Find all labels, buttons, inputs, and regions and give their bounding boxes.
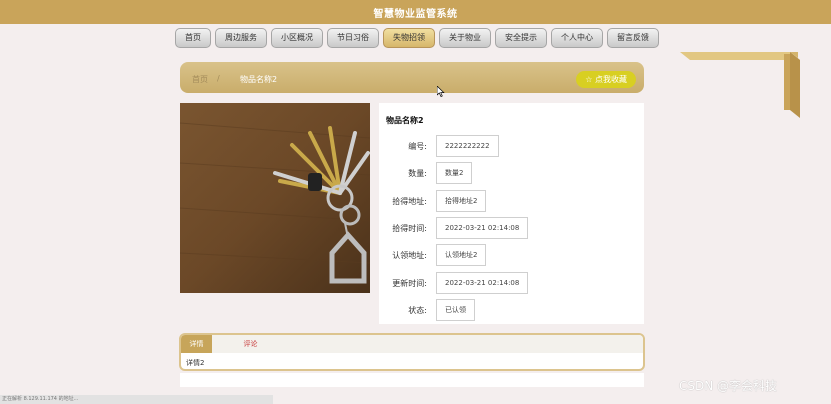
field-row-quantity: 数量: 数量2 <box>379 162 644 184</box>
field-row-found-address: 拾得地址: 拾得地址2 <box>379 190 644 212</box>
field-label: 编号: <box>408 142 427 151</box>
decorative-gold-frame <box>680 52 800 118</box>
nav-item-safety-tips[interactable]: 安全提示 <box>495 28 547 48</box>
item-detail-panel: 物品名称2 编号: 2222222222 数量: 数量2 拾得地址: 拾得地址2… <box>379 103 644 324</box>
breadcrumb-home-link[interactable]: 首页 <box>192 74 208 85</box>
field-row-number: 编号: 2222222222 <box>379 135 644 157</box>
field-row-claim-address: 认领地址: 认领地址2 <box>379 244 644 266</box>
tab-comments[interactable]: 评论 <box>235 335 266 353</box>
breadcrumb: 首页 / 物品名称2 ☆ 点我收藏 <box>180 62 644 93</box>
breadcrumb-separator: / <box>217 74 220 83</box>
field-value: 拾得地址2 <box>436 190 487 212</box>
nav-item-about-property[interactable]: 关于物业 <box>439 28 491 48</box>
item-photo <box>180 103 370 293</box>
field-value: 2022-03-21 02:14:08 <box>436 217 529 239</box>
favorite-button[interactable]: ☆ 点我收藏 <box>576 71 636 88</box>
field-value: 数量2 <box>436 162 473 184</box>
site-title: 智慧物业监管系统 <box>373 9 458 20</box>
mouse-pointer-icon <box>437 86 445 97</box>
field-label: 拾得时间: <box>392 224 427 233</box>
field-value: 认领地址2 <box>436 244 487 266</box>
field-label: 状态: <box>408 306 427 315</box>
nav-item-festival-customs[interactable]: 节日习俗 <box>327 28 379 48</box>
field-label: 数量: <box>408 169 427 178</box>
main-nav: 首页 周边服务 小区概况 节日习俗 失物招领 关于物业 安全提示 个人中心 留言… <box>175 28 659 48</box>
nav-item-nearby-services[interactable]: 周边服务 <box>215 28 267 48</box>
item-name: 物品名称2 <box>386 116 424 125</box>
nav-item-community-overview[interactable]: 小区概况 <box>271 28 323 48</box>
field-row-found-time: 拾得时间: 2022-03-21 02:14:08 <box>379 217 644 239</box>
field-value: 2222222222 <box>436 135 499 157</box>
tab-details[interactable]: 详情 <box>181 335 212 353</box>
field-label: 拾得地址: <box>392 197 427 206</box>
nav-item-personal-center[interactable]: 个人中心 <box>551 28 603 48</box>
field-value: 2022-03-21 02:14:08 <box>436 272 529 294</box>
breadcrumb-current: 物品名称2 <box>240 75 278 84</box>
nav-item-feedback[interactable]: 留言反馈 <box>607 28 659 48</box>
field-row-status: 状态: 已认领 <box>379 299 644 321</box>
tabs-header: 详情 评论 <box>181 335 643 353</box>
detail-tabs: 详情 评论 详情2 <box>179 333 645 371</box>
tab-content-text: 详情2 <box>186 359 205 367</box>
nav-item-home[interactable]: 首页 <box>175 28 211 48</box>
field-row-updated-time: 更新时间: 2022-03-21 02:14:08 <box>379 272 644 294</box>
field-label: 认领地址: <box>392 251 427 260</box>
nav-item-lost-and-found[interactable]: 失物招领 <box>383 28 435 48</box>
field-label: 更新时间: <box>392 279 427 288</box>
top-banner: 智慧物业监管系统 <box>0 0 831 24</box>
watermark: CSDN @李会科技 <box>679 379 778 393</box>
browser-status-bar: 正在解析 8.129.11.174 的地址... <box>0 395 273 404</box>
content-area-bottom <box>180 373 644 387</box>
status-badge: 已认领 <box>436 299 475 321</box>
